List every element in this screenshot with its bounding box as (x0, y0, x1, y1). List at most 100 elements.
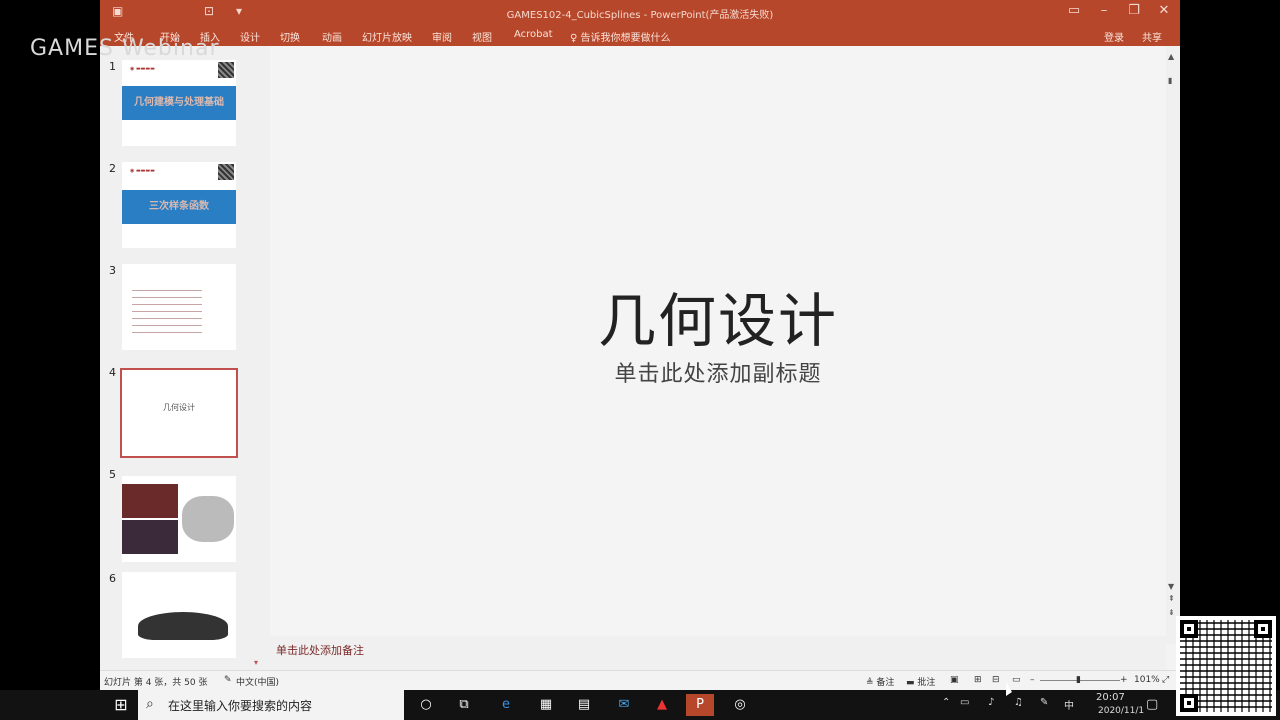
qr-code-icon (218, 164, 234, 180)
minimize-icon[interactable]: – (1094, 3, 1114, 18)
thumbnail-number: 4 (109, 366, 116, 379)
normal-view-icon[interactable]: ▣ (950, 675, 959, 685)
photos-app-icon[interactable]: ▦ (534, 694, 558, 716)
ribbon-tabs: 文件 开始 插入 设计 切换 动画 幻灯片放映 审阅 视图 Acrobat ♀ … (100, 24, 1180, 46)
comments-button[interactable]: ▬ 批注 (906, 675, 935, 688)
search-placeholder: 在这里输入你要搜索的内容 (168, 699, 313, 713)
battery-icon[interactable]: ▭ (960, 697, 969, 708)
qr-finder-pattern (1254, 620, 1272, 638)
tab-design[interactable]: 设计 (240, 29, 260, 44)
tab-review[interactable]: 审阅 (432, 29, 452, 44)
thumbnail-title: 几何建模与处理基础 (122, 86, 236, 120)
zoom-in-icon[interactable]: + (1120, 675, 1128, 685)
store-icon[interactable]: ▤ (572, 694, 596, 716)
scroll-up-icon[interactable]: ▲ (1168, 52, 1174, 61)
reading-view-icon[interactable]: ▭ (1012, 675, 1021, 685)
notes-button-label: 备注 (876, 678, 895, 688)
next-slide-icon[interactable]: ⇟ (1168, 608, 1175, 617)
slide-thumbnail-6[interactable] (122, 572, 236, 658)
zoom-out-icon[interactable]: – (1030, 675, 1035, 685)
car-photo (122, 484, 178, 518)
taskbar-search-box[interactable]: ⌕ 在这里输入你要搜索的内容 (138, 690, 404, 720)
restore-icon[interactable]: ❐ (1124, 3, 1144, 18)
slide-thumbnail-2[interactable]: ◉ ▬▬▬▬ 三次样条函数 (122, 162, 236, 248)
thumbnail-title: 几何设计 (163, 403, 195, 412)
slide-subtitle-placeholder[interactable]: 单击此处添加副标题 (270, 356, 1166, 388)
slide-title[interactable]: 几何设计 (270, 274, 1166, 358)
zoom-level[interactable]: 101% (1134, 675, 1160, 685)
clock-date[interactable]: 2020/11/1 (1098, 706, 1144, 716)
tab-transitions[interactable]: 切换 (280, 29, 300, 44)
volume-icon[interactable]: ♫ (1014, 697, 1023, 708)
scroll-down-icon[interactable]: ▾ (254, 658, 258, 667)
qr-finder-pattern (1180, 620, 1198, 638)
tab-acrobat[interactable]: Acrobat (514, 29, 553, 40)
mail-icon[interactable]: ✉ (612, 694, 636, 716)
acrobat-icon[interactable]: ▲ (650, 694, 674, 716)
thumbnail-title: 三次样条函数 (122, 190, 236, 224)
tab-view[interactable]: 视图 (472, 29, 492, 44)
notes-placeholder[interactable]: 单击此处添加备注 (276, 642, 364, 658)
language-indicator[interactable]: 中文(中国) (236, 675, 279, 688)
cortana-icon[interactable]: ○ (414, 694, 438, 716)
close-icon[interactable]: ✕ (1154, 3, 1174, 18)
university-logo-icon: ◉ ▬▬▬▬ (130, 66, 155, 72)
mouse-cursor-icon (1006, 682, 1012, 696)
university-logo-icon: ◉ ▬▬▬▬ (130, 168, 155, 174)
notes-button[interactable]: ≜ 备注 (866, 675, 894, 688)
microphone-icon[interactable]: ♪ (988, 697, 994, 708)
notification-icon[interactable]: ▢ (1146, 697, 1158, 712)
mechanical-part-photo (182, 496, 234, 542)
title-bar: ▣ ⊡ ▾ GAMES102-4_CubicSplines - PowerPoi… (100, 0, 1180, 24)
window-title: GAMES102-4_CubicSplines - PowerPoint(产品激… (506, 10, 774, 21)
status-bar: 幻灯片 第 4 张，共 50 张 ✎ 中文(中国) ≜ 备注 ▬ 批注 ▣ ⊞ … (100, 670, 1180, 690)
obs-icon[interactable]: ◎ (728, 694, 752, 716)
car-model-image (138, 612, 228, 640)
qr-finder-pattern (1180, 694, 1198, 712)
signin-link[interactable]: 登录 (1104, 29, 1124, 44)
search-icon: ⌕ (146, 696, 154, 712)
clock-time[interactable]: 20:07 (1096, 692, 1125, 703)
vertical-scrollbar[interactable]: ▲ ▮ ▼ ⇞ ⇟ (1166, 46, 1180, 644)
slide-thumbnail-5[interactable] (122, 476, 236, 562)
slide-thumbnail-pane: 1 ◉ ▬▬▬▬ 几何建模与处理基础 2 ◉ ▬▬▬▬ 三次样条函数 3 4 几… (100, 46, 270, 670)
thumbnail-number: 3 (109, 264, 116, 277)
windows-start-icon[interactable]: ⊞ (106, 690, 136, 720)
prev-slide-icon[interactable]: ⇞ (1168, 594, 1175, 603)
notes-pane[interactable]: 单击此处添加备注 (270, 636, 1166, 670)
slide-sorter-icon[interactable]: ⊟ (992, 675, 1000, 685)
fit-slide-icon[interactable]: ⤢ (1162, 675, 1169, 685)
tray-overflow-icon[interactable]: ⌃ (942, 697, 950, 708)
webinar-watermark: GAMES Webinar (30, 36, 220, 61)
tell-me-search[interactable]: ♀ 告诉我你想要做什么 (570, 29, 671, 44)
slide-thumbnail-4-selected[interactable]: 几何设计 (120, 368, 238, 458)
scroll-down-icon[interactable]: ▼ (1168, 582, 1174, 591)
qr-code (1176, 616, 1276, 716)
tab-animations[interactable]: 动画 (322, 29, 342, 44)
zoom-slider-thumb[interactable]: ▮ (1076, 675, 1081, 685)
pen-icon[interactable]: ✎ (1040, 697, 1048, 708)
powerpoint-window: ▣ ⊡ ▾ GAMES102-4_CubicSplines - PowerPoi… (100, 0, 1180, 690)
share-button[interactable]: 共享 (1142, 29, 1162, 44)
task-view-icon[interactable]: ⧉ (452, 694, 476, 716)
parts-photo (122, 520, 178, 554)
thumbnail-number: 5 (109, 468, 116, 481)
powerpoint-taskbar-icon[interactable]: P (686, 694, 714, 716)
spellcheck-icon[interactable]: ✎ (224, 675, 232, 685)
edge-browser-icon[interactable]: e (494, 694, 518, 716)
ime-indicator[interactable]: 中 (1064, 697, 1074, 712)
thumbnail-number: 1 (109, 60, 116, 73)
thumbnail-number: 2 (109, 162, 116, 175)
qr-code-icon (218, 62, 234, 78)
scroll-thumb[interactable]: ▮ (1168, 76, 1172, 85)
thumbnail-number: 6 (109, 572, 116, 585)
comments-button-label: 批注 (917, 678, 936, 688)
slide-editor[interactable]: 几何设计 单击此处添加副标题 (270, 46, 1166, 644)
text-lines (132, 284, 202, 334)
ribbon-display-icon[interactable]: ▭ (1064, 3, 1084, 18)
slide-counter: 幻灯片 第 4 张，共 50 张 (104, 678, 208, 688)
slide-thumbnail-1[interactable]: ◉ ▬▬▬▬ 几何建模与处理基础 (122, 60, 236, 146)
slide-thumbnail-3[interactable] (122, 264, 236, 350)
outline-view-icon[interactable]: ⊞ (974, 675, 982, 685)
tab-slideshow[interactable]: 幻灯片放映 (362, 29, 412, 44)
